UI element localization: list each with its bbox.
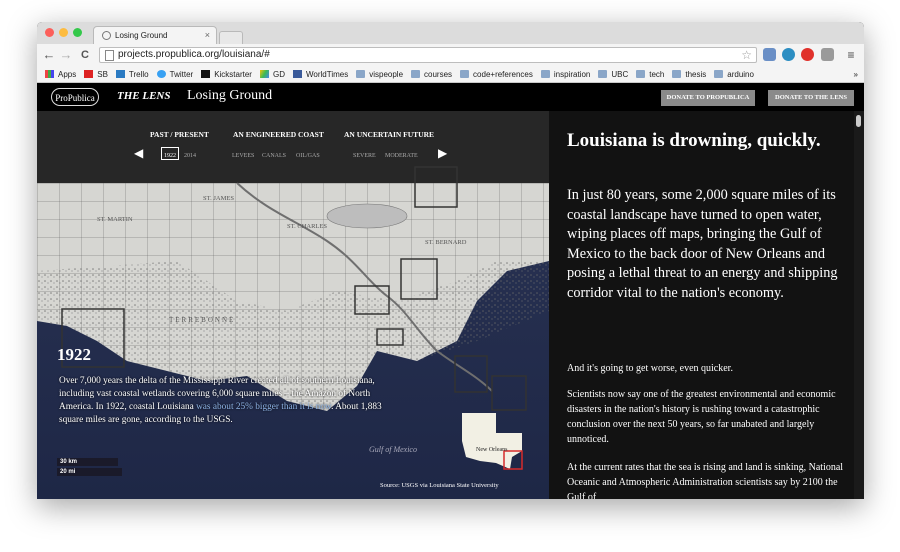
browser-window: Losing Ground × ← → C projects.propublic…: [37, 22, 864, 499]
map-panel[interactable]: ST. JAMES ST. CHARLES ST. BERNARD TERREB…: [37, 111, 549, 499]
page-icon: [105, 50, 114, 61]
bookmark-star-icon[interactable]: ☆: [741, 48, 752, 62]
article-paragraph: At the current rates that the sea is ris…: [567, 462, 844, 499]
folder-icon: [356, 70, 366, 78]
next-arrow-icon[interactable]: ▶: [438, 146, 447, 160]
nav-category-uncertain-future[interactable]: AN UNCERTAIN FUTURE: [344, 130, 434, 139]
maximize-window-button[interactable]: [73, 28, 82, 37]
propublica-logo[interactable]: ProPublica: [51, 88, 99, 106]
twitter-icon: [156, 70, 166, 78]
prev-arrow-icon[interactable]: ◀: [134, 146, 143, 160]
map-description: Over 7,000 years the delta of the Missis…: [59, 376, 382, 425]
louisiana-inset-map: [462, 413, 523, 470]
apps-icon: [45, 70, 54, 78]
inset-new-orleans-label: New Orleans: [476, 447, 508, 453]
article-headline: Louisiana is drowning, quickly.: [567, 130, 821, 151]
new-tab-button[interactable]: [219, 31, 243, 44]
extension-icon[interactable]: [782, 48, 795, 61]
article-paragraph: And it's going to get worse, even quicke…: [567, 363, 733, 374]
option-moderate[interactable]: MODERATE: [385, 153, 418, 159]
gulf-label: Gulf of Mexico: [369, 445, 417, 454]
folder-icon: [672, 70, 682, 78]
the-lens-logo[interactable]: THE LENS: [117, 90, 170, 102]
map-year-label: 1922: [57, 345, 91, 364]
article-panel: Louisiana is drowning, quickly. In just …: [549, 111, 854, 499]
bookmark-kickstarter[interactable]: Kickstarter: [201, 70, 252, 79]
bookmark-trello[interactable]: Trello: [115, 70, 149, 79]
option-canals[interactable]: CANALS: [262, 153, 286, 159]
tab-title: Losing Ground: [115, 31, 168, 40]
map-place-label: TERREBONNE: [169, 316, 236, 324]
bookmarks-overflow-button[interactable]: »: [854, 70, 858, 79]
donate-lens-button[interactable]: DONATE TO THE LENS: [768, 90, 854, 106]
site-header: ProPublica THE LENS Losing Ground DONATE…: [37, 83, 864, 111]
page-scrollbar[interactable]: [854, 111, 864, 499]
page-content: ProPublica THE LENS Losing Ground DONATE…: [37, 83, 864, 499]
option-1922[interactable]: 1922: [164, 153, 176, 159]
map-place-label: ST. JAMES: [203, 195, 234, 202]
back-button[interactable]: ←: [41, 47, 57, 63]
worldtimes-icon: [292, 70, 302, 78]
close-window-button[interactable]: [45, 28, 54, 37]
trello-icon: [115, 70, 125, 78]
bookmark-apps[interactable]: Apps: [45, 70, 76, 79]
folder-icon: [411, 70, 421, 78]
article-paragraph: Scientists now say one of the greatest e…: [567, 389, 836, 445]
google-drive-icon: [259, 70, 269, 78]
reload-button[interactable]: C: [77, 47, 93, 63]
bookmark-tech[interactable]: tech: [636, 70, 664, 79]
sb-icon: [84, 70, 94, 78]
map-description-link[interactable]: was about 25% bigger than it is now: [196, 402, 331, 412]
bookmark-worldtimes[interactable]: WorldTimes: [292, 70, 348, 79]
bookmark-arduino[interactable]: arduino: [714, 70, 754, 79]
kickstarter-icon: [201, 70, 211, 78]
scale-mi: 20 mi: [57, 468, 122, 476]
bookmark-inspiration[interactable]: inspiration: [540, 70, 590, 79]
browser-tab[interactable]: Losing Ground ×: [93, 26, 217, 44]
opera-extension-icon[interactable]: [801, 48, 814, 61]
scale-km: 30 km: [57, 458, 118, 466]
tab-close-icon[interactable]: ×: [205, 30, 210, 40]
bookmark-courses[interactable]: courses: [411, 70, 452, 79]
folder-icon: [460, 70, 470, 78]
minimize-window-button[interactable]: [59, 28, 68, 37]
article-lead: In just 80 years, some 2,000 square mile…: [567, 187, 838, 301]
bookmark-vispeople[interactable]: vispeople: [356, 70, 403, 79]
forward-button[interactable]: →: [58, 47, 74, 63]
bookmark-sb[interactable]: SB: [84, 70, 108, 79]
map-source: Source: USGS via Louisiana State Univers…: [380, 482, 499, 489]
url-text: projects.propublica.org/louisiana/#: [118, 49, 270, 60]
bookmark-twitter[interactable]: Twitter: [156, 70, 193, 79]
address-bar[interactable]: projects.propublica.org/louisiana/# ☆: [99, 47, 757, 63]
map-place-label: ST. CHARLES: [287, 223, 327, 230]
folder-icon: [714, 70, 724, 78]
extension-icon[interactable]: [763, 48, 776, 61]
bookmark-thesis[interactable]: thesis: [672, 70, 706, 79]
option-2014[interactable]: 2014: [184, 153, 196, 159]
nav-category-engineered-coast[interactable]: AN ENGINEERED COAST: [233, 130, 324, 139]
scrollbar-thumb[interactable]: [856, 115, 861, 127]
option-severe[interactable]: SEVERE: [353, 153, 376, 159]
bookmarks-bar: Apps SB Trello Twitter Kickstarter GD Wo…: [37, 66, 864, 83]
folder-icon: [636, 70, 646, 78]
tab-bar: Losing Ground ×: [37, 22, 864, 44]
menu-icon[interactable]: ≡: [843, 47, 859, 63]
eyedropper-extension-icon[interactable]: [821, 48, 834, 61]
folder-icon: [540, 70, 550, 78]
bookmark-ubc[interactable]: UBC: [598, 70, 628, 79]
donate-propublica-button[interactable]: DONATE TO PROPUBLICA: [661, 90, 755, 106]
folder-icon: [598, 70, 608, 78]
map-place-label: ST. BERNARD: [425, 239, 467, 246]
browser-toolbar: ← → C projects.propublica.org/louisiana/…: [37, 44, 864, 66]
site-title: Losing Ground: [187, 88, 273, 103]
bookmark-code-references[interactable]: code+references: [460, 70, 533, 79]
nav-category-past-present[interactable]: PAST / PRESENT: [150, 130, 209, 139]
page-favicon-icon: [102, 31, 111, 40]
option-oil-gas[interactable]: OIL/GAS: [296, 153, 320, 159]
bookmark-gd[interactable]: GD: [259, 70, 285, 79]
option-levees[interactable]: LEVEES: [232, 153, 254, 159]
map-place-label: ST. MARTIN: [97, 216, 133, 223]
